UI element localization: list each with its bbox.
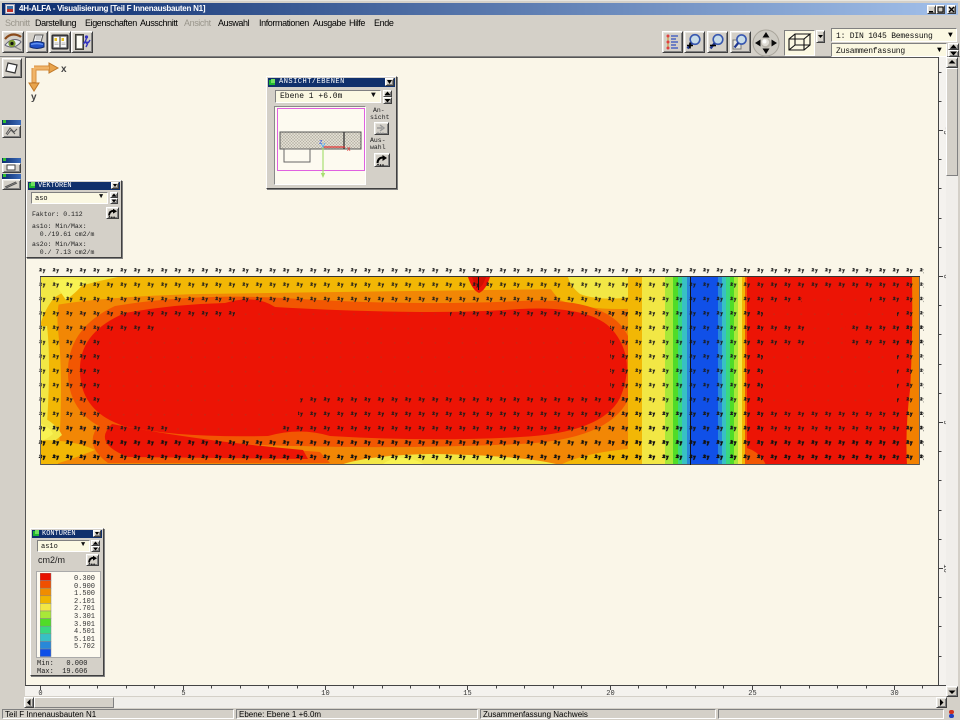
svg-text:x: x bbox=[347, 146, 351, 153]
svg-text:z: z bbox=[319, 139, 323, 146]
